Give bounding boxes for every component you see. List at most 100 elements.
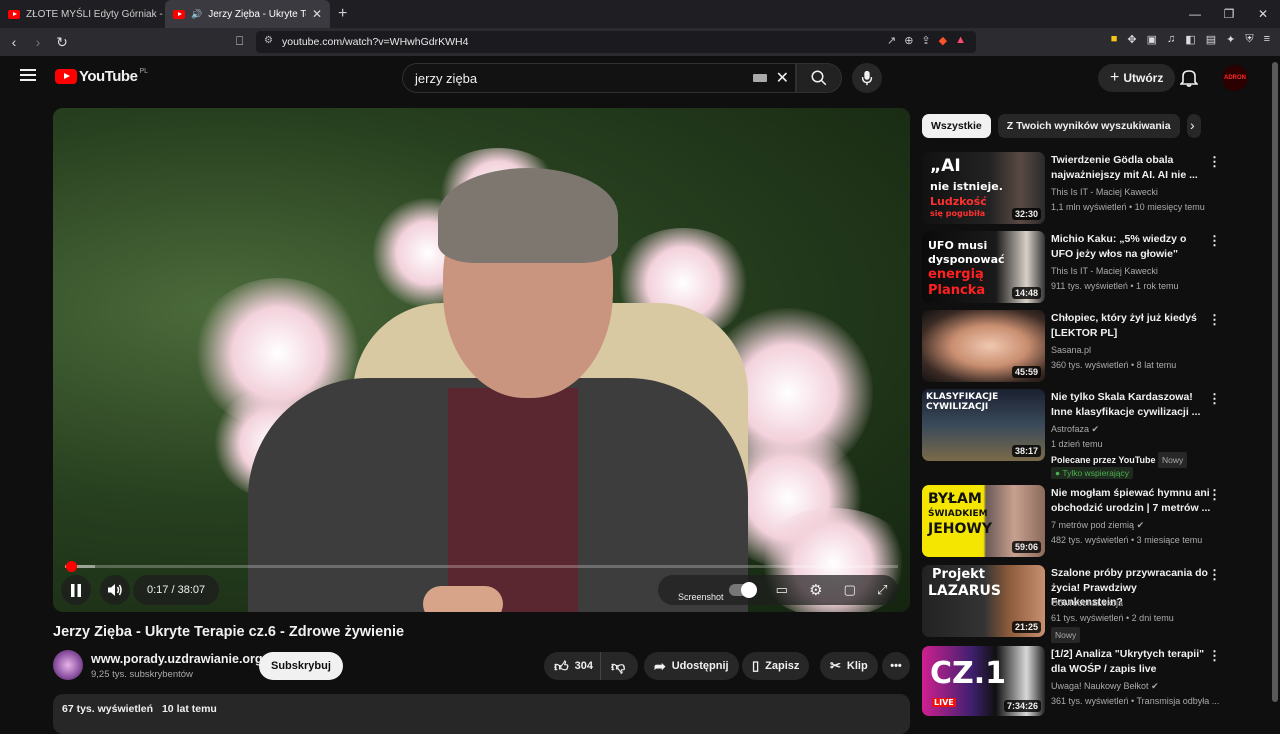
recommendation-channel[interactable]: Astrofaza ✔	[1051, 422, 1099, 436]
recommendation-title[interactable]: [1/2] Analiza "Ukrytych terapii" dla WOŚ…	[1051, 647, 1211, 676]
save-button[interactable]: ▯ Zapisz	[742, 652, 810, 680]
thumbs-down-icon: 👎︎	[611, 657, 626, 674]
more-vertical-icon[interactable]: ⋮	[1208, 648, 1221, 664]
recommendation-channel[interactable]: This Is IT - Maciej Kawecki	[1051, 185, 1158, 199]
description-box[interactable]: 67 tys. wyświetleń 10 lat temu	[53, 694, 910, 734]
brave-shield-icon[interactable]: ◆	[939, 34, 947, 47]
clip-button[interactable]: ✂ Klip	[820, 652, 878, 680]
address-bar-actions: ↗ ⊕ ⇪ ◆ ▲	[887, 34, 966, 47]
more-vertical-icon[interactable]: ⋮	[1208, 154, 1221, 170]
more-vertical-icon[interactable]: ⋮	[1208, 567, 1221, 583]
browser-tab[interactable]: ZŁOTE MYŚLI Edyty Górniak - YouTube	[0, 0, 165, 28]
verified-icon: ✔	[1091, 424, 1100, 434]
pause-button[interactable]	[61, 575, 91, 605]
share-icon[interactable]: ⇪	[921, 34, 930, 47]
screenshot-label[interactable]: Screenshot	[678, 592, 724, 602]
minimize-button[interactable]: —	[1178, 0, 1212, 28]
wallet-icon[interactable]: ▤	[1206, 33, 1216, 46]
recommendation-channel[interactable]: This Is IT - Maciej Kawecki	[1051, 264, 1158, 278]
chip-all[interactable]: Wszystkie	[922, 114, 991, 138]
subtitles-icon[interactable]: ▭	[776, 582, 788, 598]
zoom-icon[interactable]: ⊕	[904, 34, 913, 47]
recommendation-channel[interactable]: OdwróconaLekcja	[1051, 596, 1123, 610]
recommendation-title[interactable]: Michio Kaku: „5% wiedzy o UFO jeży włos …	[1051, 232, 1211, 261]
video-thumbnail[interactable]: Projekt LAZARUS 21:25	[922, 565, 1045, 637]
clear-search-icon[interactable]: ✕	[776, 68, 789, 88]
reload-icon[interactable]: ↻	[52, 34, 72, 51]
new-tab-button[interactable]: +	[330, 5, 355, 23]
progress-bar[interactable]	[65, 561, 898, 572]
browser-tab-active[interactable]: 🔊 Jerzy Zięba - Ukryte Terapie cz.6 - Zd…	[165, 0, 330, 28]
video-thumbnail[interactable]: „AI nie istnieje. Ludzkość się pogubiła …	[922, 152, 1045, 224]
video-thumbnail[interactable]: CZ.1 LIVE 7:34:26	[922, 646, 1045, 716]
video-thumbnail[interactable]: BYŁAM ŚWIADKIEM JEHOWY 59:06	[922, 485, 1045, 557]
more-actions-button[interactable]: •••	[882, 652, 910, 680]
recommendation-channel[interactable]: Sasana.pl	[1051, 343, 1091, 357]
recommendation-title[interactable]: Nie mogłam śpiewać hymnu ani obchodzić u…	[1051, 486, 1211, 515]
new-badge-row: Nowy	[1051, 627, 1081, 643]
dislike-button[interactable]: 👎︎	[600, 652, 638, 680]
chip-from-search[interactable]: Z Twoich wyników wyszukiwania	[997, 114, 1180, 138]
verified-icon: ✔	[1136, 520, 1145, 530]
leo-icon[interactable]: ✦	[1226, 33, 1235, 46]
plus-icon: +	[1110, 69, 1120, 86]
close-window-button[interactable]: ✕	[1246, 0, 1280, 28]
theater-mode-icon[interactable]: ▢	[844, 582, 856, 598]
volume-button[interactable]	[100, 575, 130, 605]
youtube-logo[interactable]: YouTube PL	[55, 68, 148, 85]
channel-name[interactable]: www.porady.uzdrawianie.org	[91, 652, 263, 666]
share-button[interactable]: ➦ Udostępnij	[644, 652, 739, 680]
account-avatar[interactable]: ADRON	[1222, 65, 1248, 91]
restore-button[interactable]: ❐	[1212, 0, 1246, 28]
scrollbar-thumb[interactable]	[1272, 62, 1278, 702]
voice-search-button[interactable]	[852, 63, 882, 93]
scissors-icon: ✂	[830, 658, 841, 673]
page-scrollbar[interactable]	[1272, 60, 1278, 716]
channel-avatar[interactable]	[53, 650, 83, 680]
close-tab-icon[interactable]: ✕	[312, 7, 322, 21]
hamburger-icon[interactable]	[20, 69, 36, 81]
video-thumbnail[interactable]: 45:59	[922, 310, 1045, 382]
search-input[interactable]: jerzy zięba ✕	[402, 63, 796, 93]
like-button[interactable]: 👍︎ 304	[544, 652, 600, 680]
sidebar-icon[interactable]: ◧	[1185, 33, 1195, 46]
chevron-right-icon[interactable]: ›	[1190, 117, 1195, 133]
screenshot-ext-icon[interactable]: ▣	[1147, 33, 1157, 46]
search-button[interactable]	[796, 63, 842, 93]
vpn-icon[interactable]: ⛨	[1245, 33, 1253, 46]
recommendation-title[interactable]: Chłopiec, który żył już kiedyś [LEKTOR P…	[1051, 311, 1211, 340]
keyboard-icon[interactable]	[753, 74, 767, 82]
extension-icon[interactable]: ■	[1111, 33, 1118, 46]
speaker-icon[interactable]: 🔊	[191, 9, 202, 20]
more-vertical-icon[interactable]: ⋮	[1208, 391, 1221, 407]
puzzle-icon[interactable]: ✥	[1127, 33, 1136, 46]
more-vertical-icon[interactable]: ⋮	[1208, 233, 1221, 249]
open-external-icon[interactable]: ↗	[887, 34, 896, 47]
notifications-button[interactable]	[1179, 68, 1199, 92]
menu-icon[interactable]: ≡	[1264, 33, 1270, 46]
video-player[interactable]: 0:17 / 38:07 ▭ ⚙ ▢ ⤢ Screenshot	[53, 108, 910, 612]
video-thumbnail[interactable]: UFO musi dysponować energią Plancka 14:4…	[922, 231, 1045, 303]
save-bookmark-icon: ▯	[752, 658, 760, 673]
more-vertical-icon[interactable]: ⋮	[1208, 312, 1221, 328]
forward-icon[interactable]: ›	[28, 34, 48, 50]
duration-badge: 21:25	[1011, 621, 1041, 633]
bookmark-icon[interactable]: ⎕	[236, 34, 243, 49]
recommendation-channel[interactable]: 7 metrów pod ziemią ✔	[1051, 518, 1144, 532]
settings-gear-icon[interactable]: ⚙	[809, 581, 822, 599]
create-button[interactable]: + Utwórz	[1098, 64, 1176, 92]
subscribe-button[interactable]: Subskrybuj	[259, 652, 343, 680]
site-info-icon[interactable]: ⚙	[264, 35, 273, 46]
recommendation-title[interactable]: Twierdzenie Gödla obala najważniejszy mi…	[1051, 153, 1211, 182]
music-icon[interactable]: ♫	[1167, 33, 1175, 46]
more-vertical-icon[interactable]: ⋮	[1208, 487, 1221, 503]
address-bar[interactable]: ⚙ youtube.com/watch?v=WHwhGdrKWH4 ↗ ⊕ ⇪ …	[256, 31, 976, 53]
fullscreen-icon[interactable]: ⤢	[877, 582, 887, 598]
duration-badge: 45:59	[1011, 366, 1041, 378]
brave-rewards-icon[interactable]: ▲	[955, 34, 966, 47]
autoplay-toggle[interactable]	[728, 582, 757, 598]
video-thumbnail[interactable]: KLASYFIKACJE CYWILIZACJI 38:17	[922, 389, 1045, 461]
recommendation-title[interactable]: Nie tylko Skala Kardaszowa! Inne klasyfi…	[1051, 390, 1211, 419]
back-icon[interactable]: ‹	[4, 34, 24, 50]
recommendation-channel[interactable]: Uwaga! Naukowy Bełkot ✔	[1051, 679, 1159, 693]
